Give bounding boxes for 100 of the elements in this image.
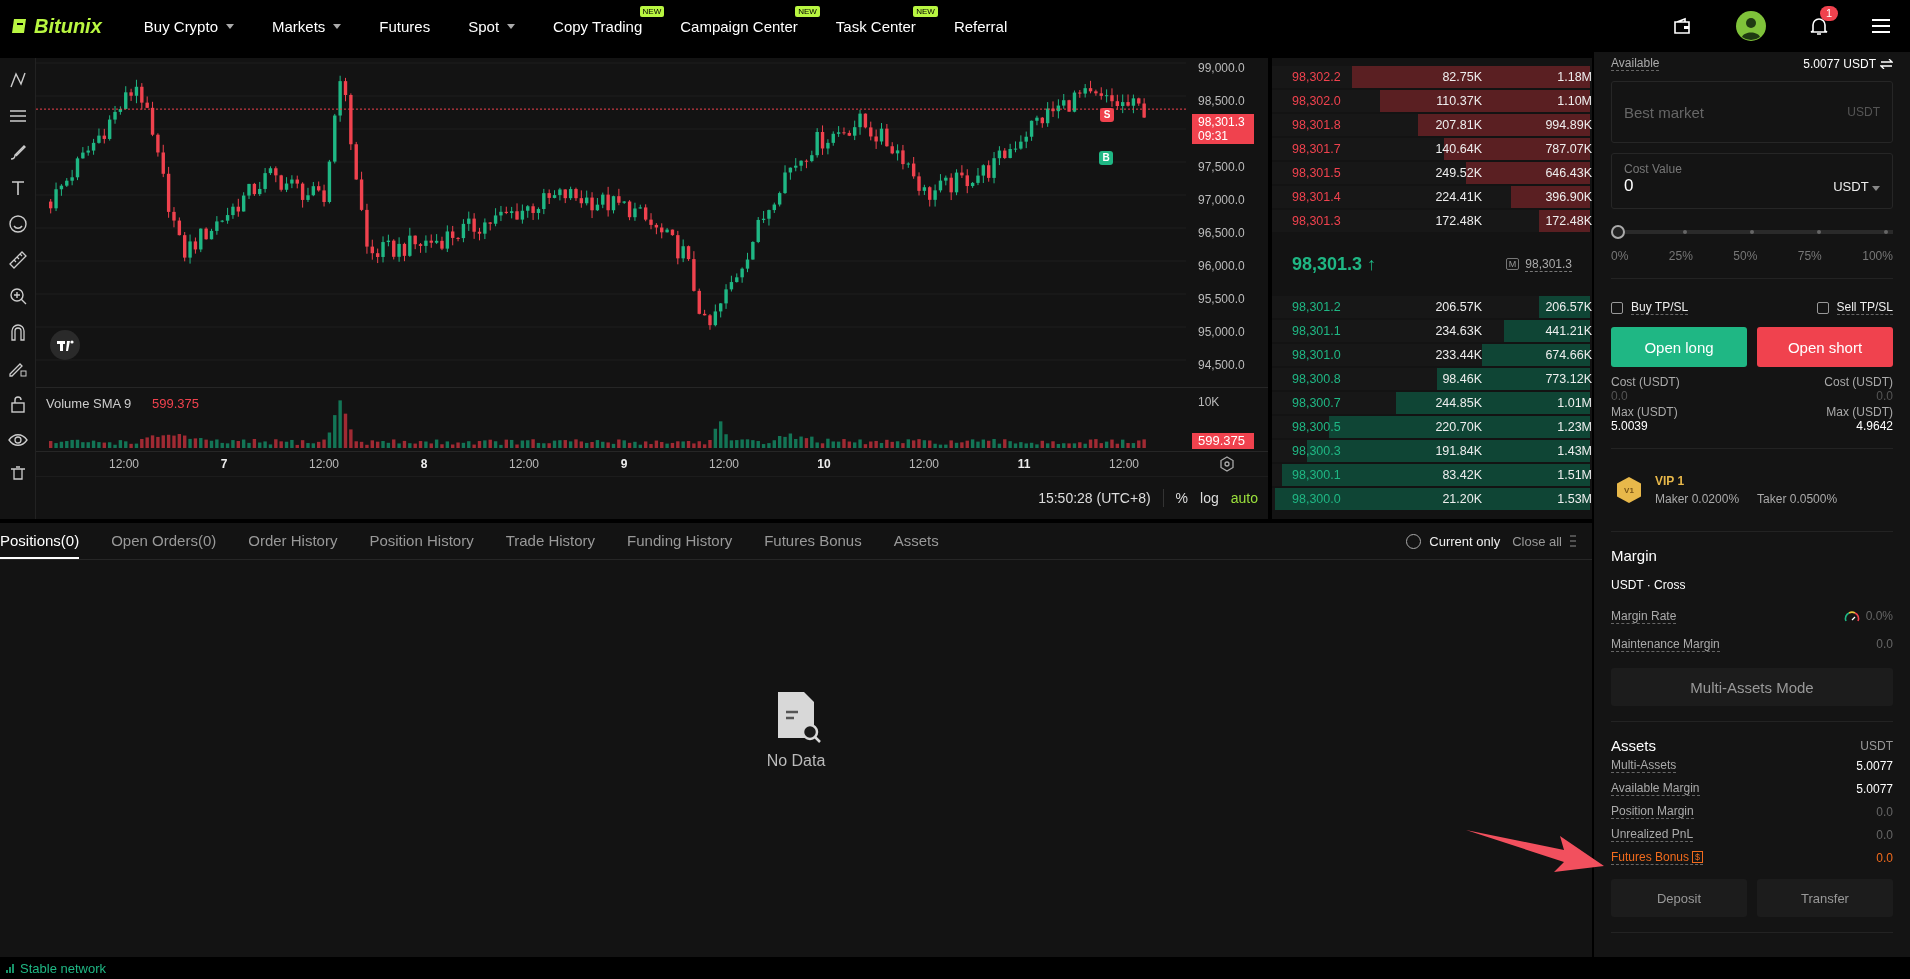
bell-icon[interactable] bbox=[1810, 16, 1828, 36]
scale-option[interactable]: % bbox=[1175, 490, 1189, 506]
tab[interactable]: Open Orders(0) bbox=[111, 523, 217, 559]
ask-price[interactable]: 98,302.0 bbox=[1292, 94, 1382, 108]
ask-amount: 249.52K bbox=[1434, 166, 1482, 180]
tab[interactable]: Assets bbox=[893, 523, 939, 559]
nav-link[interactable]: Referral bbox=[953, 17, 1008, 35]
bid-amount: 98.46K bbox=[1441, 372, 1482, 386]
ask-amount: 207.81K bbox=[1434, 118, 1482, 132]
bid-total: 1.43M bbox=[1556, 444, 1592, 458]
notification-badge: 1 bbox=[1820, 6, 1839, 21]
logo-icon[interactable] bbox=[50, 330, 80, 360]
ask-price[interactable]: 98,301.7 bbox=[1292, 142, 1382, 156]
ask-price[interactable]: 98,301.8 bbox=[1292, 118, 1382, 132]
bid-total: 1.01M bbox=[1556, 396, 1592, 410]
nav-link[interactable]: Markets bbox=[272, 17, 342, 35]
ask-price[interactable]: 98,302.2 bbox=[1292, 70, 1382, 84]
swap-icon[interactable] bbox=[1880, 58, 1893, 69]
cost-value-field[interactable]: Cost Value 0 USDT bbox=[1611, 153, 1893, 209]
slider-thumb[interactable] bbox=[1611, 225, 1625, 239]
current-only-label[interactable]: Current only bbox=[1429, 533, 1501, 549]
asset-value: 0.0 bbox=[1876, 804, 1893, 819]
tab[interactable]: Futures Bonus bbox=[764, 523, 862, 559]
ask-price[interactable]: 98,301.4 bbox=[1292, 190, 1382, 204]
nav-link[interactable]: Buy Crypto bbox=[143, 17, 234, 35]
bid-price[interactable]: 98,300.8 bbox=[1292, 372, 1382, 386]
bid-total: 773.12K bbox=[1544, 372, 1592, 386]
trade-marker[interactable]: S bbox=[1100, 108, 1114, 122]
bid-price[interactable]: 98,301.1 bbox=[1292, 324, 1382, 338]
bid-price[interactable]: 98,300.0 bbox=[1292, 492, 1382, 506]
price-input[interactable]: Best market bbox=[1624, 103, 1784, 121]
vip-level: VIP 1 bbox=[1655, 474, 1686, 488]
ruler-icon[interactable] bbox=[7, 250, 28, 270]
tab[interactable]: Funding History bbox=[627, 523, 733, 559]
bid-amount: 220.70K bbox=[1434, 420, 1482, 434]
smiley-icon[interactable] bbox=[7, 214, 28, 234]
bid-price[interactable]: 98,301.2 bbox=[1292, 300, 1382, 314]
multi-assets-mode-button[interactable]: Multi-Assets Mode bbox=[1611, 668, 1893, 706]
zoom-in-icon[interactable] bbox=[7, 286, 28, 306]
asset-action-button[interactable]: Transfer bbox=[1757, 879, 1893, 917]
avatar[interactable] bbox=[1736, 11, 1766, 41]
tab[interactable]: Trade History bbox=[505, 523, 596, 559]
nav-link[interactable]: Campaign Center bbox=[680, 17, 798, 35]
logo-text[interactable]: Bitunix bbox=[34, 14, 102, 38]
checkbox[interactable] bbox=[1816, 301, 1829, 314]
bid-price[interactable]: 98,300.7 bbox=[1292, 396, 1382, 410]
tab[interactable]: Position History bbox=[369, 523, 474, 559]
drag-handle-icon[interactable] bbox=[1570, 535, 1576, 547]
section-title: Assets bbox=[1611, 737, 1656, 754]
menu-icon[interactable] bbox=[1872, 19, 1890, 33]
checkbox-label[interactable]: Sell TP/SL bbox=[1836, 300, 1893, 315]
bid-price[interactable]: 98,301.0 bbox=[1292, 348, 1382, 362]
ask-amount: 110.37K bbox=[1435, 94, 1482, 108]
slider-mark-label[interactable]: 100% bbox=[1862, 249, 1893, 263]
bid-amount: 191.84K bbox=[1434, 444, 1482, 458]
close-all-link[interactable]: Close all bbox=[1512, 533, 1562, 549]
tab[interactable]: Order History bbox=[248, 523, 338, 559]
bid-total: 1.53M bbox=[1556, 492, 1592, 506]
checkbox[interactable] bbox=[1611, 301, 1623, 314]
bid-price[interactable]: 98,300.1 bbox=[1292, 468, 1382, 482]
time-axis-label: 12:00 bbox=[708, 457, 740, 471]
scale-option[interactable]: auto bbox=[1230, 490, 1258, 506]
bid-price[interactable]: 98,300.5 bbox=[1292, 420, 1382, 434]
trend-line-icon[interactable] bbox=[7, 70, 28, 90]
nav-link[interactable]: Spot bbox=[468, 17, 516, 35]
volume-value: 599.375 bbox=[152, 396, 199, 411]
trade-button[interactable]: Open short bbox=[1757, 327, 1893, 367]
bid-total: 441.21K bbox=[1544, 324, 1592, 338]
slider-mark-label[interactable]: 0% bbox=[1611, 249, 1629, 263]
nav-link[interactable]: Copy Trading bbox=[553, 17, 643, 35]
max-label: Max (USDT) bbox=[1611, 405, 1679, 419]
ask-total: 787.07K bbox=[1544, 142, 1592, 156]
cost-input[interactable]: 0 bbox=[1624, 176, 1784, 196]
ask-total: 1.10M bbox=[1556, 94, 1592, 108]
slider-mark-label[interactable]: 25% bbox=[1668, 249, 1693, 263]
slider-mark-label[interactable]: 50% bbox=[1733, 249, 1758, 263]
ask-price[interactable]: 98,301.3 bbox=[1292, 214, 1382, 228]
settings-icon[interactable] bbox=[1219, 456, 1235, 472]
bid-amount: 244.85K bbox=[1434, 396, 1482, 410]
bid-price[interactable]: 98,300.3 bbox=[1292, 444, 1382, 458]
tab[interactable]: Positions(0) bbox=[0, 523, 80, 559]
ask-amount: 82.75K bbox=[1441, 70, 1482, 84]
unit-dropdown[interactable]: USDT bbox=[1833, 178, 1880, 194]
signal-icon bbox=[6, 963, 16, 973]
margin-mode[interactable]: USDT · Cross bbox=[1611, 578, 1893, 592]
nav-link[interactable]: Futures bbox=[379, 17, 431, 35]
cost-label: Cost (USDT) bbox=[1824, 375, 1893, 389]
nav-link[interactable]: Task Center bbox=[835, 17, 916, 35]
margin-label: Margin Rate bbox=[1611, 608, 1677, 624]
wallet-icon[interactable] bbox=[1672, 17, 1692, 35]
time-axis-label: 12:00 bbox=[908, 457, 940, 471]
new-badge: NEW bbox=[795, 5, 820, 17]
asset-action-button[interactable]: Deposit bbox=[1611, 879, 1747, 917]
ask-total: 994.89K bbox=[1544, 118, 1592, 132]
slider-mark-label[interactable]: 75% bbox=[1797, 249, 1822, 263]
asset-label: Available Margin bbox=[1611, 781, 1700, 796]
ask-price[interactable]: 98,301.5 bbox=[1292, 166, 1382, 180]
time-axis-label: 12:00 bbox=[1108, 457, 1140, 471]
checkbox-label[interactable]: Buy TP/SL bbox=[1631, 300, 1689, 315]
scale-option[interactable]: log bbox=[1200, 490, 1219, 506]
